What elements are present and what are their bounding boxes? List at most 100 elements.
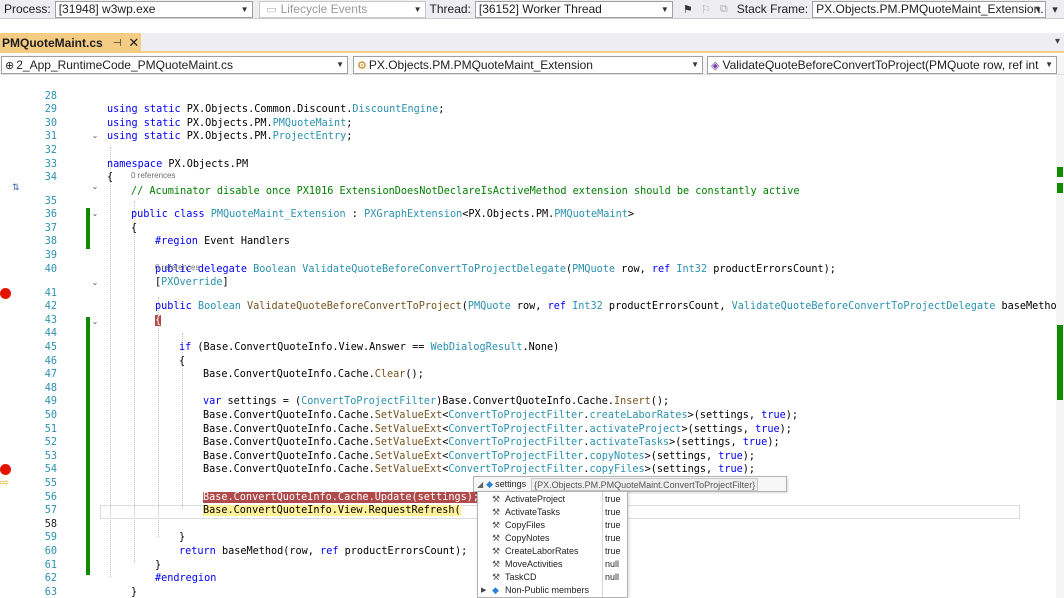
variable-icon: ◆ bbox=[486, 478, 494, 489]
project-value: 2_App_RuntimeCode_PMQuoteMaint.cs bbox=[16, 58, 234, 72]
tab-pmquotemaint[interactable]: PMQuoteMaint.cs ⊣ ✕ bbox=[0, 33, 141, 53]
pin-icon[interactable]: ⊣ bbox=[113, 38, 122, 49]
line-number: 63 bbox=[44, 586, 57, 598]
wrench-property-icon: ⚒ bbox=[492, 507, 501, 517]
code-line: 49 Base.ConvertQuoteInfo.Cache.SetValueE… bbox=[0, 382, 1064, 421]
member-name: TaskCD bbox=[505, 572, 537, 582]
code-line: 45 { bbox=[0, 327, 1064, 367]
datatip-variable-name: settings bbox=[495, 479, 527, 489]
member-dropdown[interactable]: ◈ ValidateQuoteBeforeConvertToProject(PM… bbox=[707, 56, 1057, 74]
lifecycle-events-dropdown[interactable]: ▭ Lifecycle Events ▼ bbox=[258, 0, 426, 18]
member-value: ValidateQuoteBeforeConvertToProject(PMQu… bbox=[722, 58, 1039, 72]
debug-location-toolbar: Process: [31948] w3wp.exe ▼ ▭ Lifecycle … bbox=[0, 0, 1064, 19]
expand-triangle-icon[interactable]: ▶ bbox=[481, 584, 486, 597]
codelens-references[interactable]: 0 references bbox=[155, 264, 199, 272]
member-name: Non-Public members bbox=[505, 585, 590, 595]
csharp-project-icon: ⊕ bbox=[5, 59, 15, 72]
code-line: 44 if (Base.ConvertQuoteInfo.View.Answer… bbox=[0, 314, 1064, 353]
token: } bbox=[131, 586, 138, 598]
class-icon: ⚙ bbox=[357, 59, 367, 72]
method-icon: ◈ bbox=[711, 59, 720, 72]
thread-label: Thread: bbox=[429, 2, 471, 16]
ide-window: Process: [31948] w3wp.exe ▼ ▭ Lifecycle … bbox=[0, 0, 1064, 598]
chevron-down-icon: ▼ bbox=[660, 4, 669, 14]
chevron-down-icon: ▼ bbox=[413, 4, 422, 14]
codelens-references[interactable]: 0 references bbox=[131, 172, 175, 180]
project-dropdown[interactable]: ⊕ 2_App_RuntimeCode_PMQuoteMaint.cs ▼ bbox=[1, 56, 348, 74]
code-line: 52 Base.ConvertQuoteInfo.Cache.SetValueE… bbox=[0, 423, 1064, 462]
flag-filter-icon[interactable]: ⚐ bbox=[698, 1, 714, 17]
member-value[interactable]: true bbox=[605, 493, 621, 506]
datatip-member-row[interactable]: ⚒ CopyFiles true bbox=[478, 519, 627, 532]
tab-title: PMQuoteMaint.cs bbox=[2, 36, 103, 50]
member-name: MoveActivities bbox=[505, 559, 563, 569]
member-name: ActivateProject bbox=[505, 494, 566, 504]
code-line: 37 #region Event Handlers bbox=[0, 208, 1064, 248]
collapse-triangle-icon[interactable]: ◢ bbox=[477, 480, 483, 489]
member-value[interactable]: true bbox=[605, 545, 621, 558]
code-line: 35 public class PMQuoteMaint_Extension :… bbox=[0, 181, 1064, 221]
code-line: 41 public Boolean ValidateQuoteBeforeCon… bbox=[0, 273, 1064, 313]
code-line: 53 Base.ConvertQuoteInfo.Cache.SetValueE… bbox=[0, 436, 1064, 476]
non-public-members-icon: ◆ bbox=[492, 585, 499, 595]
close-icon[interactable]: ✕ bbox=[128, 35, 139, 51]
chevron-down-icon: ▼ bbox=[240, 4, 249, 14]
member-value[interactable]: true bbox=[605, 519, 621, 532]
scroll-change-marker bbox=[1057, 183, 1063, 193]
stack-frame-dropdown[interactable]: PX.Objects.PM.PMQuoteMaint_Extension. ▼ bbox=[812, 0, 1047, 18]
toolbar-overflow-icon[interactable]: ▾ bbox=[1047, 1, 1063, 17]
datatip-member-row[interactable]: ⚒ CreateLaborRates true bbox=[478, 545, 627, 558]
code-line: 30 using static PX.Objects.PM.ProjectEnt… bbox=[0, 103, 1064, 143]
wrench-property-icon: ⚒ bbox=[492, 559, 501, 569]
tab-overflow-icon[interactable]: ▾ bbox=[1055, 36, 1060, 47]
member-value[interactable]: null bbox=[605, 558, 619, 571]
process-label: Process: bbox=[4, 2, 51, 16]
code-line: 51 Base.ConvertQuoteInfo.Cache.SetValueE… bbox=[0, 409, 1064, 449]
datatip-member-row[interactable]: ⚒ CopyNotes true bbox=[478, 532, 627, 545]
member-name: CopyNotes bbox=[505, 533, 550, 543]
flag-icon[interactable]: ⚑ bbox=[680, 1, 696, 17]
code-line: 38 bbox=[0, 222, 1064, 247]
datatip-member-row[interactable]: ⚒ ActivateTasks true bbox=[478, 506, 627, 519]
vertical-scrollbar[interactable] bbox=[1056, 75, 1064, 598]
lifecycle-events-icon: ▭ bbox=[266, 3, 277, 16]
code-line: 40 [PXOverride] bbox=[0, 249, 1064, 289]
stack-frame-value: PX.Objects.PM.PMQuoteMaint_Extension. bbox=[816, 2, 1044, 16]
member-value[interactable]: null bbox=[605, 571, 619, 584]
code-line: 28 using static PX.Objects.Common.Discou… bbox=[0, 76, 1064, 116]
code-line: 50 Base.ConvertQuoteInfo.Cache.SetValueE… bbox=[0, 395, 1064, 435]
class-value: PX.Objects.PM.PMQuoteMaint_Extension bbox=[368, 58, 593, 72]
datatip-member-row[interactable]: ⚒ ActivateProject true bbox=[478, 493, 627, 506]
code-line: 32 namespace PX.Objects.PM bbox=[0, 130, 1064, 170]
code-line: 31 bbox=[0, 117, 1064, 142]
threads-icon[interactable]: ⧉ bbox=[716, 1, 732, 17]
code-line: 36 { bbox=[0, 195, 1064, 234]
code-line: 33 { bbox=[0, 144, 1064, 184]
datatip-header[interactable]: ◢ ◆ settings {PX.Objects.PM.PMQuoteMaint… bbox=[473, 476, 787, 492]
datatip-variable-value[interactable]: {PX.Objects.PM.PMQuoteMaint.ConvertToPro… bbox=[531, 477, 759, 491]
chevron-down-icon: ▼ bbox=[1045, 60, 1053, 69]
wrench-property-icon: ⚒ bbox=[492, 572, 501, 582]
wrench-property-icon: ⚒ bbox=[492, 520, 501, 530]
wrench-property-icon: ⚒ bbox=[492, 533, 501, 543]
member-name: ActivateTasks bbox=[505, 507, 561, 517]
navigation-bar: ⊕ 2_App_RuntimeCode_PMQuoteMaint.cs ▼ ⚙ … bbox=[0, 55, 1064, 75]
datatip-member-row[interactable]: ▶ ◆ Non-Public members bbox=[478, 584, 627, 597]
thread-value: [36152] Worker Thread bbox=[478, 2, 602, 16]
datatip-member-row[interactable]: ⚒ TaskCD null bbox=[478, 571, 627, 584]
code-line: 47 bbox=[0, 355, 1064, 380]
class-dropdown[interactable]: ⚙ PX.Objects.PM.PMQuoteMaint_Extension ▼ bbox=[353, 56, 703, 74]
code-line: 34 // Acuminator disable once PX1016 Ext… bbox=[0, 158, 1064, 197]
thread-dropdown[interactable]: [36152] Worker Thread ▼ bbox=[474, 0, 673, 18]
member-name: CreateLaborRates bbox=[505, 546, 579, 556]
member-value[interactable]: true bbox=[605, 532, 621, 545]
chevron-down-icon: ▼ bbox=[1034, 4, 1043, 14]
member-value[interactable]: true bbox=[605, 506, 621, 519]
process-dropdown[interactable]: [31948] w3wp.exe ▼ bbox=[54, 0, 253, 18]
datatip-member-row[interactable]: ⚒ MoveActivities null bbox=[478, 558, 627, 571]
chevron-down-icon: ▼ bbox=[691, 60, 699, 69]
stack-frame-label: Stack Frame: bbox=[736, 2, 809, 16]
chevron-down-icon: ▼ bbox=[336, 60, 344, 69]
scroll-change-marker bbox=[1057, 325, 1063, 400]
code-line: 43 bbox=[0, 300, 1064, 326]
